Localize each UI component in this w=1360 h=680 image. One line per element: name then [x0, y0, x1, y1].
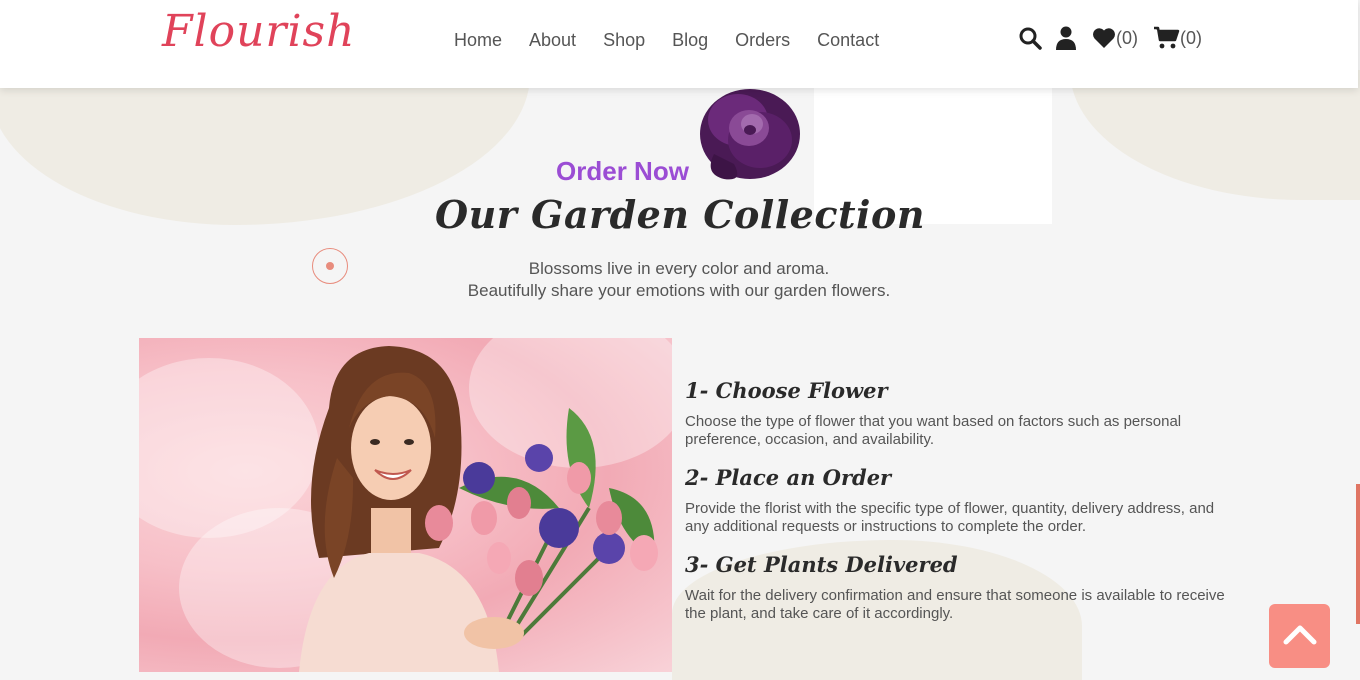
- order-now-label: Order Now: [556, 156, 689, 186]
- subtitle-line-1: Blossoms live in every color and aroma.: [528, 259, 830, 278]
- search-icon[interactable]: [1018, 26, 1042, 50]
- step-title: 3- Get Plants Delivered: [685, 552, 958, 577]
- cart-button[interactable]: (0): [1154, 26, 1202, 50]
- woman-with-flowers-photo: [139, 338, 672, 672]
- step-2: 2- Place an Order Provide the florist wi…: [685, 465, 1225, 552]
- scrollbar-thumb[interactable]: [1356, 484, 1360, 624]
- nav-shop[interactable]: Shop: [603, 30, 645, 51]
- step-text: Choose the type of flower that you want …: [685, 413, 1182, 448]
- step-title: 2- Place an Order: [685, 465, 892, 490]
- collection-subtitle: Blossoms live in every color and aroma. …: [0, 258, 1358, 302]
- main-nav: Home About Shop Blog Orders Contact: [454, 30, 906, 51]
- nav-home[interactable]: Home: [454, 30, 502, 51]
- cart-icon: [1154, 26, 1180, 50]
- wishlist-count: (0): [1116, 27, 1138, 48]
- user-icon[interactable]: [1056, 26, 1076, 50]
- back-to-top-button[interactable]: [1269, 604, 1330, 668]
- step-text: Provide the florist with the specific ty…: [685, 500, 1215, 535]
- nav-blog[interactable]: Blog: [672, 30, 708, 51]
- cart-count: (0): [1180, 27, 1202, 48]
- woman-illustration: [299, 346, 658, 672]
- nav-orders[interactable]: Orders: [735, 30, 790, 51]
- chevron-up-icon: [1283, 623, 1317, 649]
- nav-about[interactable]: About: [529, 30, 576, 51]
- heart-icon: [1092, 27, 1116, 49]
- subtitle-line-2: Beautifully share your emotions with our…: [467, 281, 891, 300]
- order-steps: 1- Choose Flower Choose the type of flow…: [685, 378, 1225, 639]
- site-logo[interactable]: Flourish: [162, 6, 355, 57]
- collection-title: Our Garden Collection: [435, 192, 925, 237]
- step-1: 1- Choose Flower Choose the type of flow…: [685, 378, 1225, 465]
- site-header: Flourish Home About Shop Blog Orders Con…: [0, 0, 1358, 88]
- step-title: 1- Choose Flower: [685, 378, 888, 403]
- step-3: 3- Get Plants Delivered Wait for the del…: [685, 552, 1225, 639]
- header-actions: (0) (0): [1018, 26, 1202, 50]
- nav-contact[interactable]: Contact: [817, 30, 879, 51]
- wishlist-button[interactable]: (0): [1092, 27, 1138, 49]
- step-text: Wait for the delivery confirmation and e…: [685, 587, 1225, 622]
